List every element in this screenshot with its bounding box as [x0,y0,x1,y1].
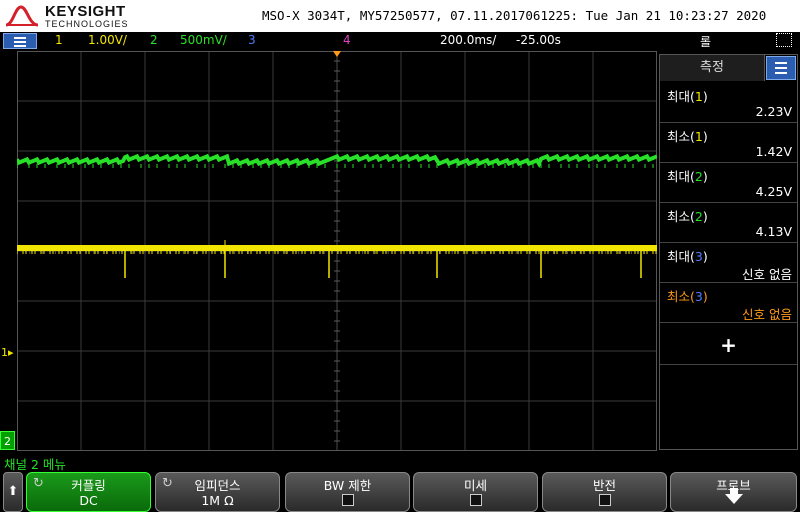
measurement-channel: 2 [694,209,703,224]
menu-icon-line [775,72,787,74]
waveform-display[interactable] [17,51,657,451]
softkey-checkbox [469,494,482,506]
measurement-value: 신호 없음 [742,267,792,282]
brand-sub: TECHNOLOGIES [45,19,129,29]
ch1-marker-label: 1 [1,346,8,359]
ch2-scale[interactable]: 500mV/ [180,33,227,47]
instrument-title: MSO-X 3034T, MY57250577, 07.11.201706122… [262,8,767,23]
measurement-name: 최소 [667,209,691,224]
screenshot-box-icon[interactable] [776,33,792,47]
add-measurement-button[interactable]: + [660,326,797,365]
ch1-scale[interactable]: 1.00V/ [88,33,127,47]
graticule [17,51,657,451]
softkey-label: 반전 [592,478,616,493]
ch3-number[interactable]: 3 [248,33,256,47]
paren: ) [702,209,708,224]
trigger-mode[interactable]: 롤 [700,33,711,50]
timebase[interactable]: 200.0ms/ [440,33,496,47]
paren: ) [702,89,708,104]
measurement-value: 2.23V [755,104,792,119]
status-bar: 1 1.00V/ 2 500mV/ 3 4 200.0ms/ -25.00s 롤 [0,32,800,50]
keysight-wave-icon [5,5,39,27]
softkey-checkbox [598,494,611,506]
ch1-ground-marker[interactable]: 1▸ [1,346,14,359]
paren: ) [702,289,708,304]
measurement-value: 4.25V [755,184,792,199]
measurement-name: 최대 [667,169,691,184]
ch2-ground-marker[interactable]: 2 [0,431,15,450]
softkey-label: 미세 [463,478,487,493]
measurement-label: 최대(2) [667,166,708,185]
softkey-1[interactable]: ↻ 임피던스 1M Ω [155,472,280,512]
softkey-checkbox [341,494,354,506]
measurement-item[interactable]: 최대(2) 4.25V [660,162,797,203]
measurement-value: 4.13V [755,224,792,239]
measurement-value: 신호 없음 [742,307,792,322]
measurement-label: 최대(3) [667,246,708,265]
measurement-name: 최대 [667,89,691,104]
menu-icon [14,37,26,39]
measurement-item[interactable]: 최대(1) 2.23V [660,82,797,123]
softkey-4[interactable]: 반전 [542,472,667,512]
paren: ) [702,169,708,184]
measurement-name: 최소 [667,289,691,304]
measurement-label: 최대(1) [667,86,708,105]
measurement-channel: 1 [694,89,703,104]
measurement-item[interactable]: 최대(3) 신호 없음 [660,242,797,283]
softkey-label: 임피던스 [194,478,241,493]
softkey-bar: ↻ 커플링 DC ↻ 임피던스 1M Ω BW 제한 미세 반전 프로브 [0,472,800,512]
softkey-label: 커플링 [71,478,106,493]
softkey-0[interactable]: ↻ 커플링 DC [26,472,151,512]
menu-name: 채널 2 메뉴 [4,457,66,472]
menu-icon-line [14,45,26,47]
trigger-position-marker [333,51,341,57]
measurement-value: 1.42V [755,144,792,159]
panel-menu-button[interactable] [766,56,796,80]
softkey-label: BW 제한 [323,478,372,493]
softkey-value: 1M Ω [201,493,234,508]
paren: ) [702,249,708,264]
measurement-panel: 측정 최대(1) 2.23V 최소(1) 1.42V 최대(2) 4.25V 최소(2) 4.… [659,54,798,450]
brand-name: KEYSIGHT [45,3,126,20]
measurement-label: 최소(2) [667,206,708,225]
softkey-value: DC [79,493,98,508]
measurement-channel: 3 [694,289,703,304]
measurement-item[interactable]: 최소(3) 신호 없음 [660,282,797,323]
ch2-number[interactable]: 2 [150,33,158,47]
paren: ) [702,129,708,144]
measurement-channel: 2 [694,169,703,184]
menu-icon [775,62,787,64]
measurement-channel: 1 [694,129,703,144]
softkey-3[interactable]: 미세 [413,472,538,512]
measurement-tab[interactable]: 측정 [660,55,765,81]
measurement-name: 최소 [667,129,691,144]
measurement-name: 최대 [667,249,691,264]
ch4-number[interactable]: 4 [343,33,351,47]
measurement-item[interactable]: 최소(2) 4.13V [660,202,797,243]
measurement-label: 최소(1) [667,126,708,145]
measurement-channel: 3 [694,249,703,264]
delay[interactable]: -25.00s [516,33,561,47]
menu-icon-line [775,67,787,69]
header-bar: KEYSIGHT TECHNOLOGIES MSO-X 3034T, MY572… [0,0,800,32]
measurement-label: 최소(3) [667,286,708,305]
softkey-2[interactable]: BW 제한 [285,472,410,512]
softkey-5[interactable]: 프로브 [670,472,797,512]
measurement-item[interactable]: 최소(1) 1.42V [660,122,797,163]
main-menu-button[interactable] [3,33,37,49]
menu-icon-line [14,41,26,43]
ch1-number[interactable]: 1 [55,33,63,47]
keysight-logo: KEYSIGHT TECHNOLOGIES [5,2,135,30]
down-arrow-icon [724,488,743,504]
